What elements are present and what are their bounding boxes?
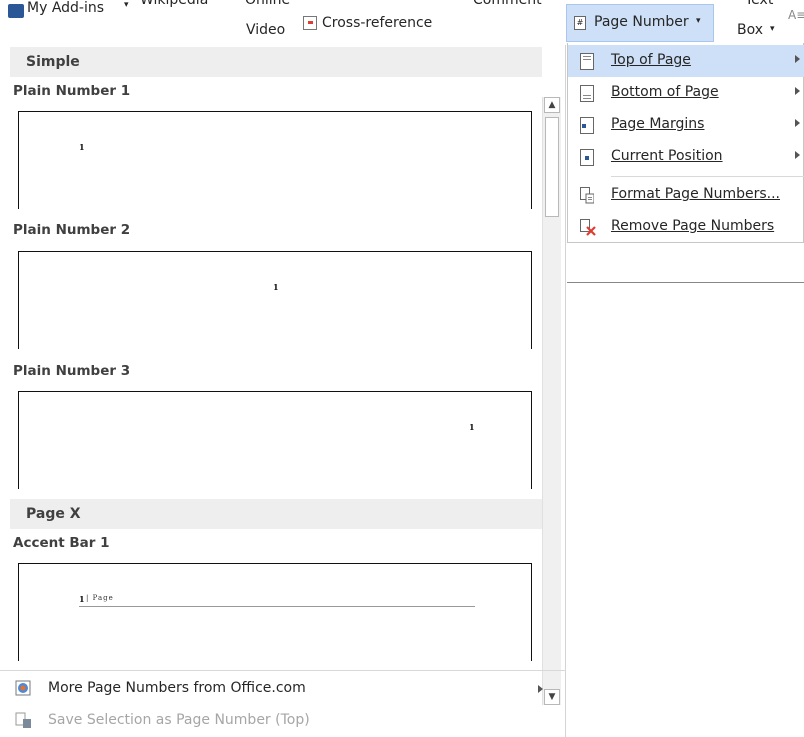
- more-page-numbers-item[interactable]: More Page Numbers from Office.com: [14, 679, 306, 697]
- page-number-preview: 1: [79, 594, 85, 604]
- save-selection-label: Save Selection as Page Number (Top): [48, 712, 310, 728]
- page-margins-icon: [580, 117, 594, 134]
- ribbon: My Add-ins ▾ Wikipedia Online Video Cros…: [0, 0, 804, 44]
- scroll-down-button[interactable]: ▼: [544, 689, 560, 705]
- page-number-preview: 1: [79, 142, 85, 152]
- save-selection-item: Save Selection as Page Number (Top): [14, 711, 310, 729]
- text-box-label-top[interactable]: Text: [745, 0, 773, 8]
- comment-button[interactable]: Comment: [473, 0, 542, 8]
- gallery-divider: [0, 670, 566, 671]
- quick-parts-icon[interactable]: A≡: [788, 8, 804, 22]
- save-selection-icon: [15, 712, 31, 728]
- gallery-scrollbar[interactable]: ▲ ▼: [542, 97, 561, 705]
- page-number-preview: 1: [469, 422, 475, 432]
- scroll-thumb[interactable]: [545, 117, 559, 217]
- chevron-down-icon[interactable]: ▾: [770, 24, 775, 34]
- chevron-down-icon: ▾: [696, 16, 701, 26]
- my-addins-icon: [8, 4, 24, 18]
- menu-item-current-position[interactable]: Current Position: [568, 141, 804, 173]
- gallery-item-accent-bar-1[interactable]: 1 | Page: [18, 563, 532, 661]
- gallery-item-title: Plain Number 1: [13, 83, 131, 99]
- office-com-icon: [15, 680, 31, 696]
- page-number-menu: Top of Page Bottom of Page Page Margins …: [567, 43, 804, 243]
- menu-item-bottom-of-page[interactable]: Bottom of Page: [568, 77, 804, 109]
- menu-item-label: Page Margins: [611, 116, 705, 132]
- menu-item-label: Top of Page: [611, 52, 691, 68]
- remove-page-numbers-icon: [580, 219, 596, 236]
- current-position-icon: [580, 149, 594, 166]
- gallery-item-title: Accent Bar 1: [13, 535, 110, 551]
- online-video-label-top[interactable]: Online: [245, 0, 290, 8]
- accent-bar-line: [79, 606, 475, 607]
- my-addins-button[interactable]: My Add-ins: [27, 0, 104, 16]
- document-edge-line: [567, 282, 804, 283]
- menu-item-label: Format Page Numbers...: [611, 186, 781, 202]
- chevron-down-icon[interactable]: ▾: [124, 0, 129, 10]
- top-of-page-icon: [580, 53, 594, 70]
- section-header-page-x: Page X: [10, 499, 542, 529]
- gallery-item-title: Plain Number 3: [13, 363, 131, 379]
- menu-item-remove-page-numbers[interactable]: Remove Page Numbers: [568, 211, 804, 243]
- gallery-item-plain-number-2[interactable]: 1: [18, 251, 532, 349]
- online-video-label-bottom[interactable]: Video: [246, 22, 285, 38]
- menu-item-label: Current Position: [611, 148, 723, 164]
- scroll-up-button[interactable]: ▲: [544, 97, 560, 113]
- menu-item-label: Remove Page Numbers: [611, 218, 775, 234]
- wikipedia-button[interactable]: Wikipedia: [140, 0, 208, 8]
- cross-reference-icon: [303, 16, 317, 30]
- gallery-item-plain-number-1[interactable]: 1: [18, 111, 532, 209]
- page-number-icon: #: [574, 16, 586, 30]
- gallery-item-title: Plain Number 2: [13, 222, 131, 238]
- gallery-item-plain-number-3[interactable]: 1: [18, 391, 532, 489]
- page-number-gallery: Simple Plain Number 1 1 Plain Number 2 1…: [0, 45, 566, 737]
- text-box-label-bottom[interactable]: Box: [737, 22, 763, 38]
- page-number-label: Page Number: [594, 14, 689, 30]
- format-page-numbers-icon: [580, 187, 594, 204]
- menu-item-format-page-numbers[interactable]: Format Page Numbers...: [568, 179, 804, 211]
- menu-separator: [611, 176, 804, 177]
- menu-item-label: Bottom of Page: [611, 84, 719, 100]
- accent-bar-page-text: | Page: [86, 594, 114, 602]
- section-header-simple: Simple: [10, 47, 542, 77]
- more-page-numbers-label: More Page Numbers from Office.com: [48, 680, 306, 696]
- cross-reference-button[interactable]: Cross-reference: [322, 15, 432, 31]
- menu-item-page-margins[interactable]: Page Margins: [568, 109, 804, 141]
- submenu-arrow-icon: [538, 685, 543, 693]
- menu-item-top-of-page[interactable]: Top of Page: [568, 45, 804, 77]
- submenu-arrow-icon: [795, 55, 800, 63]
- submenu-arrow-icon: [795, 119, 800, 127]
- submenu-arrow-icon: [795, 87, 800, 95]
- page-number-preview: 1: [273, 282, 279, 292]
- bottom-of-page-icon: [580, 85, 594, 102]
- submenu-arrow-icon: [795, 151, 800, 159]
